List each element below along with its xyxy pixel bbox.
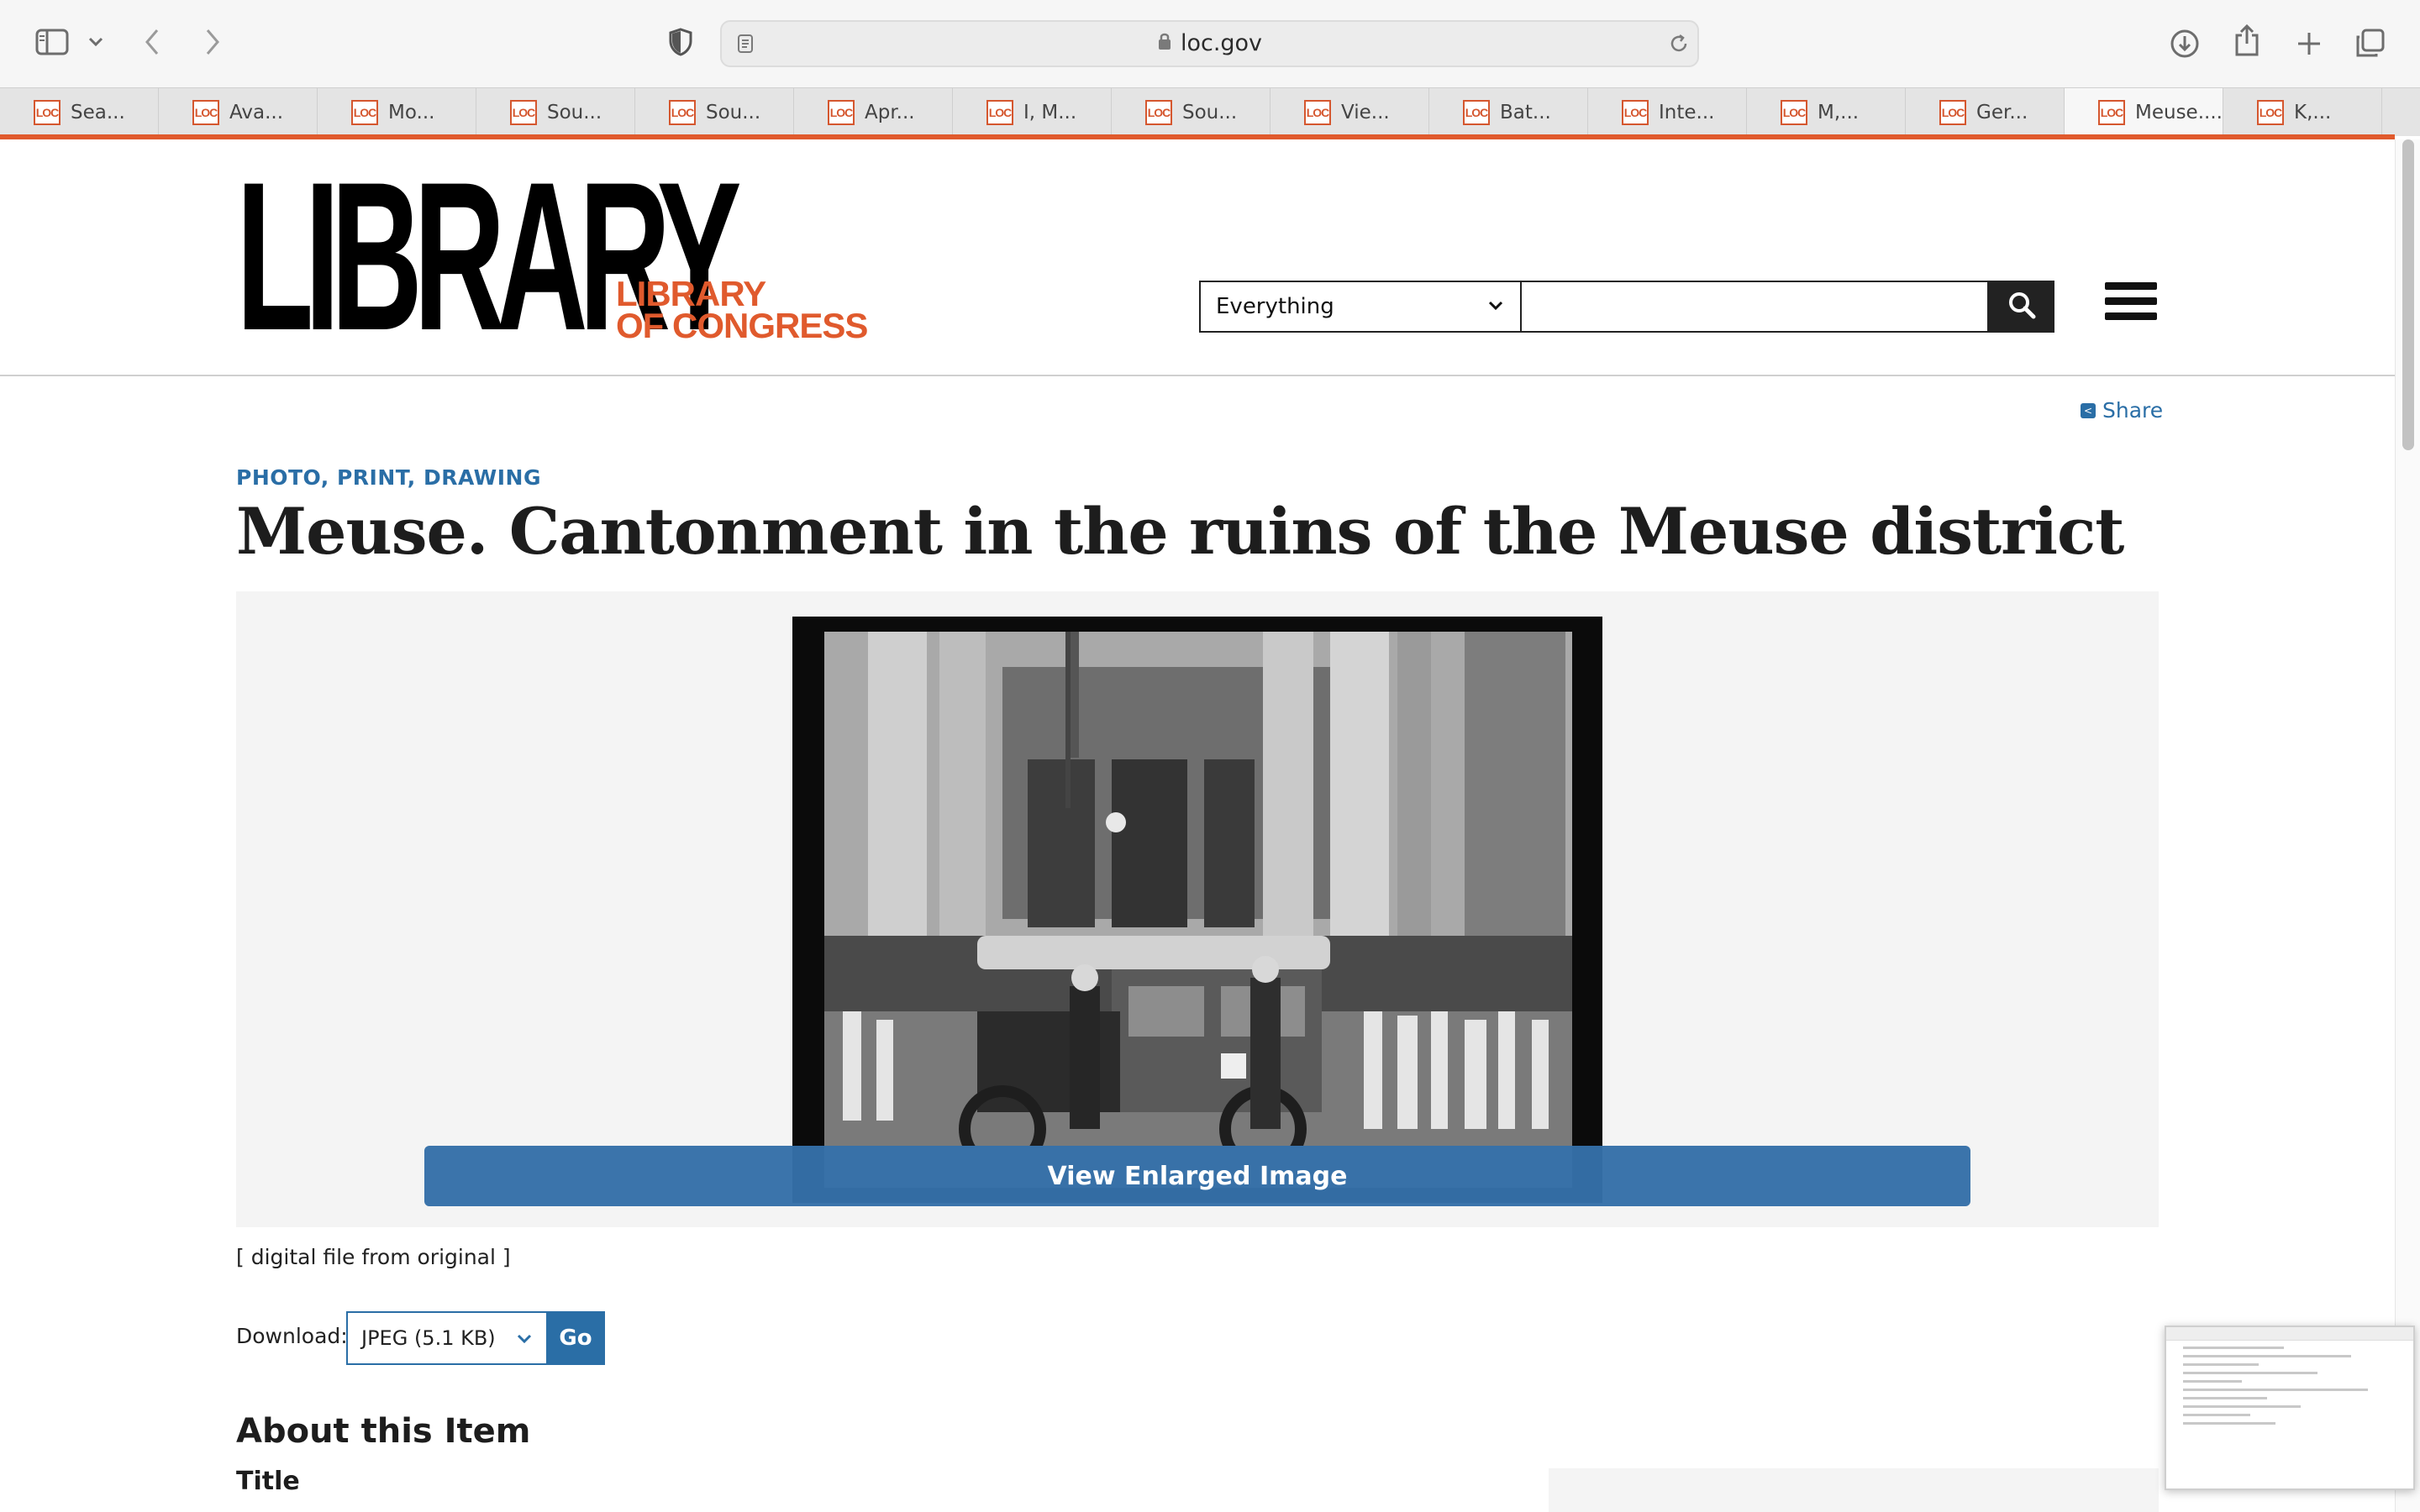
browser-tab[interactable]: LOC K,...	[2223, 88, 2382, 137]
format-label[interactable]: PHOTO, PRINT, DRAWING	[236, 465, 541, 490]
download-format-value: JPEG (5.1 KB)	[361, 1326, 496, 1350]
loc-favicon-icon: LOC	[2257, 100, 2284, 125]
share-icon: <	[2081, 402, 2096, 418]
browser-tab-label: Sou...	[706, 102, 761, 123]
loc-favicon-icon: LOC	[1145, 100, 1172, 125]
loc-favicon-icon: LOC	[1622, 100, 1649, 125]
browser-tab[interactable]: LOC Meuse....	[2065, 88, 2223, 137]
logo-line-2: OF CONGRESS	[616, 306, 868, 345]
search-input[interactable]	[1522, 281, 1989, 333]
browser-tab-label: Inte...	[1659, 102, 1715, 123]
search-button[interactable]	[1989, 281, 2054, 333]
loc-favicon-icon: LOC	[1781, 100, 1807, 125]
browser-tab-label: Apr...	[865, 102, 915, 123]
search-scope-value: Everything	[1216, 294, 1334, 319]
page-scrollbar[interactable]	[2395, 139, 2420, 1512]
browser-tab-label: Sou...	[547, 102, 602, 123]
browser-tab-label: Sou...	[1182, 102, 1238, 123]
share-link[interactable]: < Share	[2081, 398, 2163, 423]
chevron-down-icon	[1485, 294, 1507, 316]
browser-tab-label: Ger...	[1976, 102, 2028, 123]
loc-favicon-icon: LOC	[510, 100, 537, 125]
reload-icon[interactable]	[1667, 32, 1691, 55]
loc-favicon-icon: LOC	[1304, 100, 1331, 125]
browser-tab[interactable]: LOC Sou...	[635, 88, 794, 137]
browser-tab[interactable]: LOC I, M...	[953, 88, 1112, 137]
page-content: LIBRARY LIBRARY OF CONGRESS Everything <…	[0, 139, 2395, 1512]
browser-tab[interactable]: LOC Vie...	[1270, 88, 1429, 137]
download-label: Download:	[236, 1324, 348, 1348]
image-viewer: View Enlarged Image	[236, 591, 2159, 1227]
download-go-button[interactable]: Go	[546, 1311, 605, 1365]
browser-tab[interactable]: LOC Sea...	[0, 88, 159, 137]
browser-tab-label: Mo...	[388, 102, 435, 123]
browser-tab-label: Ava...	[229, 102, 284, 123]
sidebar-icon[interactable]	[34, 25, 71, 59]
url-text: loc.gov	[1180, 30, 1263, 56]
address-bar[interactable]: loc.gov	[720, 20, 1699, 67]
tabs-icon[interactable]	[2351, 25, 2388, 62]
browser-tab-label: Bat...	[1500, 102, 1551, 123]
picture-in-picture-thumbnail[interactable]	[2165, 1326, 2415, 1490]
browser-tab[interactable]: LOC Sou...	[476, 88, 635, 137]
browser-tab[interactable]: LOC Ava...	[159, 88, 318, 137]
chevron-left-icon[interactable]	[139, 25, 165, 59]
lock-icon	[1157, 24, 1172, 67]
browser-tab-label: Sea...	[71, 102, 125, 123]
browser-tab[interactable]: LOC Inte...	[1588, 88, 1747, 137]
loc-favicon-icon: LOC	[669, 100, 696, 125]
part-of-panel	[1549, 1468, 2159, 1512]
search-icon	[2007, 291, 2036, 323]
search-scope-select[interactable]: Everything	[1199, 281, 1522, 333]
site-logo-subtitle[interactable]: LIBRARY OF CONGRESS	[616, 276, 868, 345]
browser-tab-label: I, M...	[1023, 102, 1077, 123]
browser-toolbar: loc.gov	[0, 0, 2420, 87]
loc-favicon-icon: LOC	[1463, 100, 1490, 125]
chevron-down-icon	[514, 1328, 534, 1348]
browser-tab[interactable]: LOC Ger...	[1906, 88, 2065, 137]
browser-tab[interactable]: LOC M,...	[1747, 88, 1906, 137]
header-divider	[0, 375, 2395, 376]
loc-favicon-icon: LOC	[1939, 100, 1966, 125]
download-icon[interactable]	[2166, 25, 2203, 62]
title-field-label: Title	[236, 1467, 300, 1496]
chevron-down-icon[interactable]	[84, 30, 108, 54]
loc-favicon-icon: LOC	[351, 100, 378, 125]
browser-tab[interactable]: LOC Mo...	[318, 88, 476, 137]
browser-tab[interactable]: LOC Apr...	[794, 88, 953, 137]
shield-icon[interactable]	[664, 25, 697, 59]
chevron-right-icon[interactable]	[200, 25, 225, 59]
url-field[interactable]: loc.gov	[722, 22, 1697, 66]
tab-strip: LOC Sea... LOC Ava... LOC Mo... LOC Sou... LOC So…	[0, 87, 2420, 137]
browser-tab-label: M,...	[1818, 102, 1860, 123]
view-enlarged-image-button[interactable]: View Enlarged Image	[424, 1146, 1970, 1206]
share-icon[interactable]	[2228, 22, 2265, 59]
page-title: Meuse. Cantonment in the ruins of the Me…	[236, 494, 2124, 569]
browser-tab-label: Vie...	[1341, 102, 1390, 123]
item-photo[interactable]	[792, 617, 1602, 1203]
browser-tab[interactable]: LOC Bat...	[1429, 88, 1588, 137]
about-heading: About this Item	[236, 1412, 531, 1451]
loc-favicon-icon: LOC	[2098, 100, 2125, 125]
browser-tab[interactable]: LOC Sou...	[1112, 88, 1270, 137]
image-caption: [ digital file from original ]	[236, 1245, 511, 1269]
loc-favicon-icon: LOC	[192, 100, 219, 125]
hamburger-icon[interactable]	[2105, 282, 2157, 329]
loc-favicon-icon: LOC	[828, 100, 855, 125]
plus-icon[interactable]	[2291, 25, 2328, 62]
browser-tab-label: K,...	[2294, 102, 2332, 123]
loc-favicon-icon: LOC	[34, 100, 60, 125]
scrollbar-thumb[interactable]	[2402, 139, 2414, 450]
loc-favicon-icon: LOC	[986, 100, 1013, 125]
share-label: Share	[2102, 398, 2164, 423]
browser-tab-label: Meuse....	[2135, 102, 2223, 123]
download-format-select[interactable]: JPEG (5.1 KB)	[346, 1311, 548, 1365]
